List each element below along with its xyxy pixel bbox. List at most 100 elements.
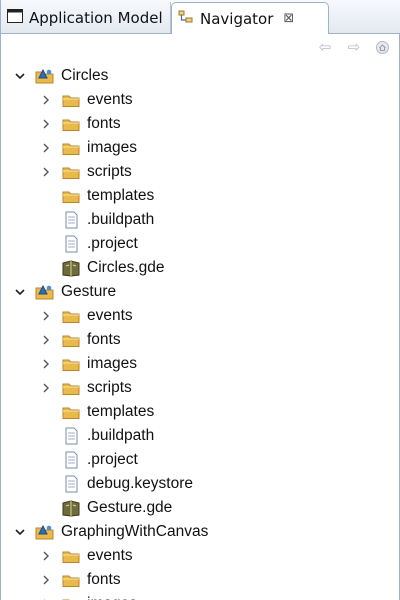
tree-item-label: .buildpath <box>87 427 155 444</box>
chevron-right-icon[interactable] <box>39 93 53 107</box>
back-arrow-icon[interactable]: ⇦ <box>315 38 335 56</box>
chevron-right-icon[interactable] <box>39 141 53 155</box>
tree-item-label: GraphingWithCanvas <box>61 523 209 540</box>
chevron-right-icon[interactable] <box>39 573 53 587</box>
tree-item-label: events <box>87 91 133 108</box>
tree-item-label: Gesture <box>61 283 117 300</box>
tab-application-model[interactable]: Application Model <box>1 2 171 33</box>
navigator-icon <box>178 9 194 29</box>
chevron-down-icon[interactable] <box>13 285 27 299</box>
folder-icon <box>61 403 81 421</box>
forward-arrow-icon[interactable]: ⇨ <box>344 38 364 56</box>
expander-placeholder <box>39 453 53 467</box>
tree-item[interactable]: images <box>1 592 400 600</box>
tree-item-label: scripts <box>87 163 132 180</box>
tree-item[interactable]: .buildpath <box>1 424 400 448</box>
chevron-right-icon[interactable] <box>39 549 53 563</box>
chevron-down-icon[interactable] <box>13 525 27 539</box>
chevron-right-icon[interactable] <box>39 357 53 371</box>
tree-item-label: debug.keystore <box>87 475 193 492</box>
file-icon <box>61 211 81 229</box>
tree-item-label: events <box>87 547 133 564</box>
tree-item[interactable]: Circles.gde <box>1 256 400 280</box>
folder-icon <box>61 547 81 565</box>
tree-item[interactable]: images <box>1 136 400 160</box>
tree-item[interactable]: Gesture <box>1 280 400 304</box>
tree-item[interactable]: debug.keystore <box>1 472 400 496</box>
gde-file-icon <box>61 259 81 277</box>
chevron-right-icon[interactable] <box>39 333 53 347</box>
tree-item-label: fonts <box>87 571 121 588</box>
navigator-tree: Circles events fonts images scripts templates… <box>1 64 400 600</box>
tree-item-label: templates <box>87 187 155 204</box>
tree-item[interactable]: .project <box>1 448 400 472</box>
folder-icon <box>61 355 81 373</box>
tree-item[interactable]: fonts <box>1 112 400 136</box>
tree-item[interactable]: events <box>1 544 400 568</box>
folder-icon <box>61 139 81 157</box>
tree-item[interactable]: fonts <box>1 568 400 592</box>
tree-item-label: images <box>87 139 137 156</box>
tree-item[interactable]: images <box>1 352 400 376</box>
tree-item-label: Gesture.gde <box>87 499 173 516</box>
chevron-right-icon[interactable] <box>39 309 53 323</box>
tab-navigator-label: Navigator <box>200 9 274 28</box>
file-icon <box>61 451 81 469</box>
folder-icon <box>61 595 81 600</box>
expander-placeholder <box>39 213 53 227</box>
tree-item[interactable]: scripts <box>1 376 400 400</box>
tree-item[interactable]: Circles <box>1 64 400 88</box>
tree-item-label: images <box>87 592 137 600</box>
tree-item-label: events <box>87 307 133 324</box>
tree-item-label: .buildpath <box>87 211 155 228</box>
folder-icon <box>61 307 81 325</box>
gde-file-icon <box>61 499 81 517</box>
tree-item[interactable]: events <box>1 88 400 112</box>
tree-item-label: .project <box>87 451 138 468</box>
tree-item-label: scripts <box>87 379 132 396</box>
tab-navigator[interactable]: Navigator ⊠ <box>171 2 329 34</box>
tree-item[interactable]: templates <box>1 184 400 208</box>
expander-placeholder <box>39 477 53 491</box>
tree-item[interactable]: scripts <box>1 160 400 184</box>
folder-icon <box>61 379 81 397</box>
tree-item-label: images <box>87 355 137 372</box>
file-icon <box>61 475 81 493</box>
expander-placeholder <box>39 189 53 203</box>
folder-icon <box>61 571 81 589</box>
tree-item[interactable]: events <box>1 304 400 328</box>
file-icon <box>61 427 81 445</box>
navigator-panel: Application Model Navigator ⊠ ⇦ ⇨ Circle… <box>0 0 400 600</box>
folder-icon <box>61 187 81 205</box>
tree-item-label: .project <box>87 235 138 252</box>
project-icon <box>35 523 55 541</box>
expander-placeholder <box>39 405 53 419</box>
tree-item[interactable]: Gesture.gde <box>1 496 400 520</box>
project-icon <box>35 67 55 85</box>
chevron-down-icon[interactable] <box>13 69 27 83</box>
tree-item[interactable]: .project <box>1 232 400 256</box>
tree-item[interactable]: templates <box>1 400 400 424</box>
tab-application-model-label: Application Model <box>29 8 163 27</box>
chevron-right-icon[interactable] <box>39 117 53 131</box>
tree-item[interactable]: fonts <box>1 328 400 352</box>
folder-icon <box>61 91 81 109</box>
folder-icon <box>61 331 81 349</box>
expander-placeholder <box>39 237 53 251</box>
tree-item-label: fonts <box>87 331 121 348</box>
folder-icon <box>61 115 81 133</box>
tree-item-label: Circles.gde <box>87 259 165 276</box>
window-icon <box>7 8 23 27</box>
view-tab-bar: Application Model Navigator ⊠ <box>1 0 400 34</box>
close-icon[interactable]: ⊠ <box>283 11 294 26</box>
expander-placeholder <box>39 501 53 515</box>
tree-item-label: templates <box>87 403 155 420</box>
tree-item[interactable]: .buildpath <box>1 208 400 232</box>
expander-placeholder <box>39 261 53 275</box>
tree-item-label: Circles <box>61 67 109 84</box>
home-icon[interactable] <box>372 38 392 56</box>
tree-item[interactable]: GraphingWithCanvas <box>1 520 400 544</box>
chevron-right-icon[interactable] <box>39 165 53 179</box>
chevron-right-icon[interactable] <box>39 381 53 395</box>
file-icon <box>61 235 81 253</box>
